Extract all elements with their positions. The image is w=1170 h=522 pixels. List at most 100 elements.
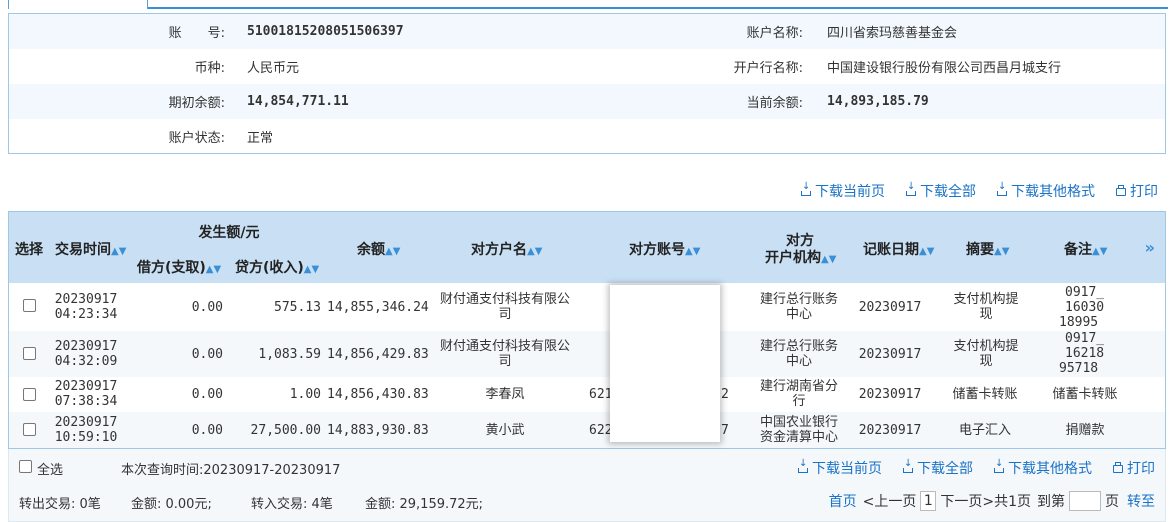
debit-amount: 0.00 xyxy=(191,347,223,362)
counterparty-account-tail: 7 xyxy=(721,423,729,438)
table-row: 20230917 10:59:10 0.00 27,500.00 14,883,… xyxy=(9,412,1165,448)
sort-icon: ▲▼ xyxy=(821,254,837,265)
opening-balance-label: 期初余额: xyxy=(168,96,225,111)
table-row: 20230917 04:23:34 0.00 575.13 14,855,346… xyxy=(9,283,1165,331)
counterparty-bank-1: 建行总行账务 xyxy=(759,292,838,307)
header-counterparty-name[interactable]: 对方户名▲▼ xyxy=(471,239,542,259)
counterparty-name-2: 司 xyxy=(498,307,512,322)
account-number: 51001815208051506397 xyxy=(247,24,404,39)
next-page-link[interactable]: 下一页> xyxy=(940,491,994,511)
first-page-link[interactable]: 首页 xyxy=(829,491,857,511)
outgoing-count: 转出交易: 0笔 xyxy=(19,497,101,512)
info-row-balance: 期初余额: 14,854,771.11 当前余额: 14,893,185.79 xyxy=(9,84,1165,119)
time-date: 20230917 xyxy=(54,415,118,430)
currency-label: 币种: xyxy=(194,61,225,76)
pagination: 首页 <上一页 1 下一页> 共1页 到第 页 转至 xyxy=(829,491,1155,511)
current-page[interactable]: 1 xyxy=(920,491,937,511)
counterparty-name: 黄小武 xyxy=(485,423,525,438)
counterparty-account: 621 xyxy=(589,387,613,402)
header-counterparty-bank[interactable]: 开户机构▲▼ xyxy=(765,247,836,267)
sort-icon: ▲▼ xyxy=(205,264,222,275)
download-all-link[interactable]: 下载全部 xyxy=(902,458,973,478)
time-clock: 10:59:10 xyxy=(54,430,118,445)
download-icon xyxy=(905,181,917,197)
row-checkbox[interactable] xyxy=(23,347,36,360)
table-header: 选择 交易时间▲▼ 发生额/元 借方(支取)▲▼ 贷方(收入)▲▼ 余额▲▼ 对… xyxy=(9,212,1165,283)
time-clock: 04:32:09 xyxy=(54,354,118,369)
header-post-date[interactable]: 记账日期▲▼ xyxy=(863,239,934,259)
query-time: 本次查询时间:20230917-20230917 xyxy=(121,463,341,478)
opening-balance: 14,854,771.11 xyxy=(247,94,349,109)
counterparty-name-2: 司 xyxy=(498,354,512,369)
goto-label: 到第 xyxy=(1037,494,1065,510)
counterparty-name-1: 财付通支付科技有限公 xyxy=(439,339,570,354)
credit-amount: 1,083.59 xyxy=(258,347,321,362)
time-clock: 04:23:34 xyxy=(54,307,118,322)
counterparty-bank-2: 中心 xyxy=(785,354,812,369)
bank-name: 中国建设银行股份有限公司西昌月城支行 xyxy=(827,61,1062,76)
time-date: 20230917 xyxy=(54,292,118,307)
select-all-checkbox[interactable] xyxy=(19,460,32,473)
table-row: 20230917 07:38:34 0.00 1.00 14,856,430.8… xyxy=(9,377,1165,412)
download-all-link[interactable]: 下载全部 xyxy=(905,181,976,201)
credit-amount: 575.13 xyxy=(274,300,321,315)
summary-2: 现 xyxy=(979,354,993,369)
counterparty-bank-2: 资金清算中心 xyxy=(759,430,838,445)
header-balance[interactable]: 余额▲▼ xyxy=(357,239,400,259)
header-debit[interactable]: 借方(支取)▲▼ xyxy=(137,257,221,277)
debit-amount: 0.00 xyxy=(191,423,223,438)
remark: 储蓄卡转账 xyxy=(1052,387,1118,402)
download-icon xyxy=(797,458,809,474)
row-checkbox[interactable] xyxy=(23,299,36,312)
goto-button[interactable]: 转至 xyxy=(1127,491,1155,511)
header-select: 选择 xyxy=(15,242,43,258)
header-remark[interactable]: 备注▲▼ xyxy=(1064,239,1107,259)
total-pages: 共1页 xyxy=(994,494,1031,510)
redaction-overlay xyxy=(610,285,720,442)
counterparty-name: 李春凤 xyxy=(485,387,525,402)
account-status: 正常 xyxy=(247,131,274,146)
counterparty-bank-1: 建行湖南省分 xyxy=(759,379,838,394)
balance-amount: 14,883,930.83 xyxy=(327,423,429,438)
balance-amount: 14,856,430.83 xyxy=(327,387,429,402)
post-date: 20230917 xyxy=(858,300,922,315)
remark-2: 16218 xyxy=(1065,346,1105,361)
debit-amount: 0.00 xyxy=(191,300,223,315)
account-status-label: 账户状态: xyxy=(168,131,225,146)
credit-amount: 27,500.00 xyxy=(250,423,321,438)
summary-2: 现 xyxy=(979,307,993,322)
print-icon xyxy=(1112,462,1124,474)
debit-amount: 0.00 xyxy=(191,387,223,402)
goto-page-input[interactable] xyxy=(1069,491,1101,511)
account-name: 四川省索玛慈善基金会 xyxy=(827,26,958,41)
active-tab-edge xyxy=(8,0,148,9)
header-counterparty-account[interactable]: 对方账号▲▼ xyxy=(629,239,700,259)
print-link[interactable]: 打印 xyxy=(1115,181,1158,201)
summary-1: 支付机构提 xyxy=(953,292,1019,307)
incoming-count: 转入交易: 4笔 xyxy=(251,497,333,512)
row-checkbox[interactable] xyxy=(23,423,36,436)
counterparty-bank-1: 建行总行账务 xyxy=(759,339,838,354)
more-columns-icon[interactable]: » xyxy=(1145,238,1155,257)
sort-icon: ▲▼ xyxy=(527,246,543,257)
counterparty-bank-2: 中心 xyxy=(785,307,812,322)
counterparty-bank-2: 行 xyxy=(792,394,806,409)
account-info-panel: 账 号: 51001815208051506397 账户名称: 四川省索玛慈善基… xyxy=(8,13,1166,154)
download-current-page-link[interactable]: 下载当前页 xyxy=(800,181,885,201)
sort-icon: ▲▼ xyxy=(685,246,701,257)
select-all-label[interactable]: 全选 xyxy=(37,459,63,478)
download-other-format-link[interactable]: 下载其他格式 xyxy=(993,458,1092,478)
row-checkbox[interactable] xyxy=(23,388,36,401)
prev-page-link[interactable]: <上一页 xyxy=(863,491,917,511)
summary: 电子汇入 xyxy=(958,423,1011,438)
counterparty-name-1: 财付通支付科技有限公 xyxy=(439,292,570,307)
header-time[interactable]: 交易时间▲▼ xyxy=(55,239,126,259)
header-credit[interactable]: 贷方(收入)▲▼ xyxy=(235,257,319,277)
table-row: 20230917 04:32:09 0.00 1,083.59 14,856,4… xyxy=(9,331,1165,377)
download-current-page-link[interactable]: 下载当前页 xyxy=(797,458,882,478)
download-other-format-link[interactable]: 下载其他格式 xyxy=(996,181,1095,201)
header-summary[interactable]: 摘要▲▼ xyxy=(966,239,1009,259)
print-link[interactable]: 打印 xyxy=(1112,458,1155,478)
summary-1: 支付机构提 xyxy=(953,339,1019,354)
currency-value: 人民币元 xyxy=(247,61,300,76)
